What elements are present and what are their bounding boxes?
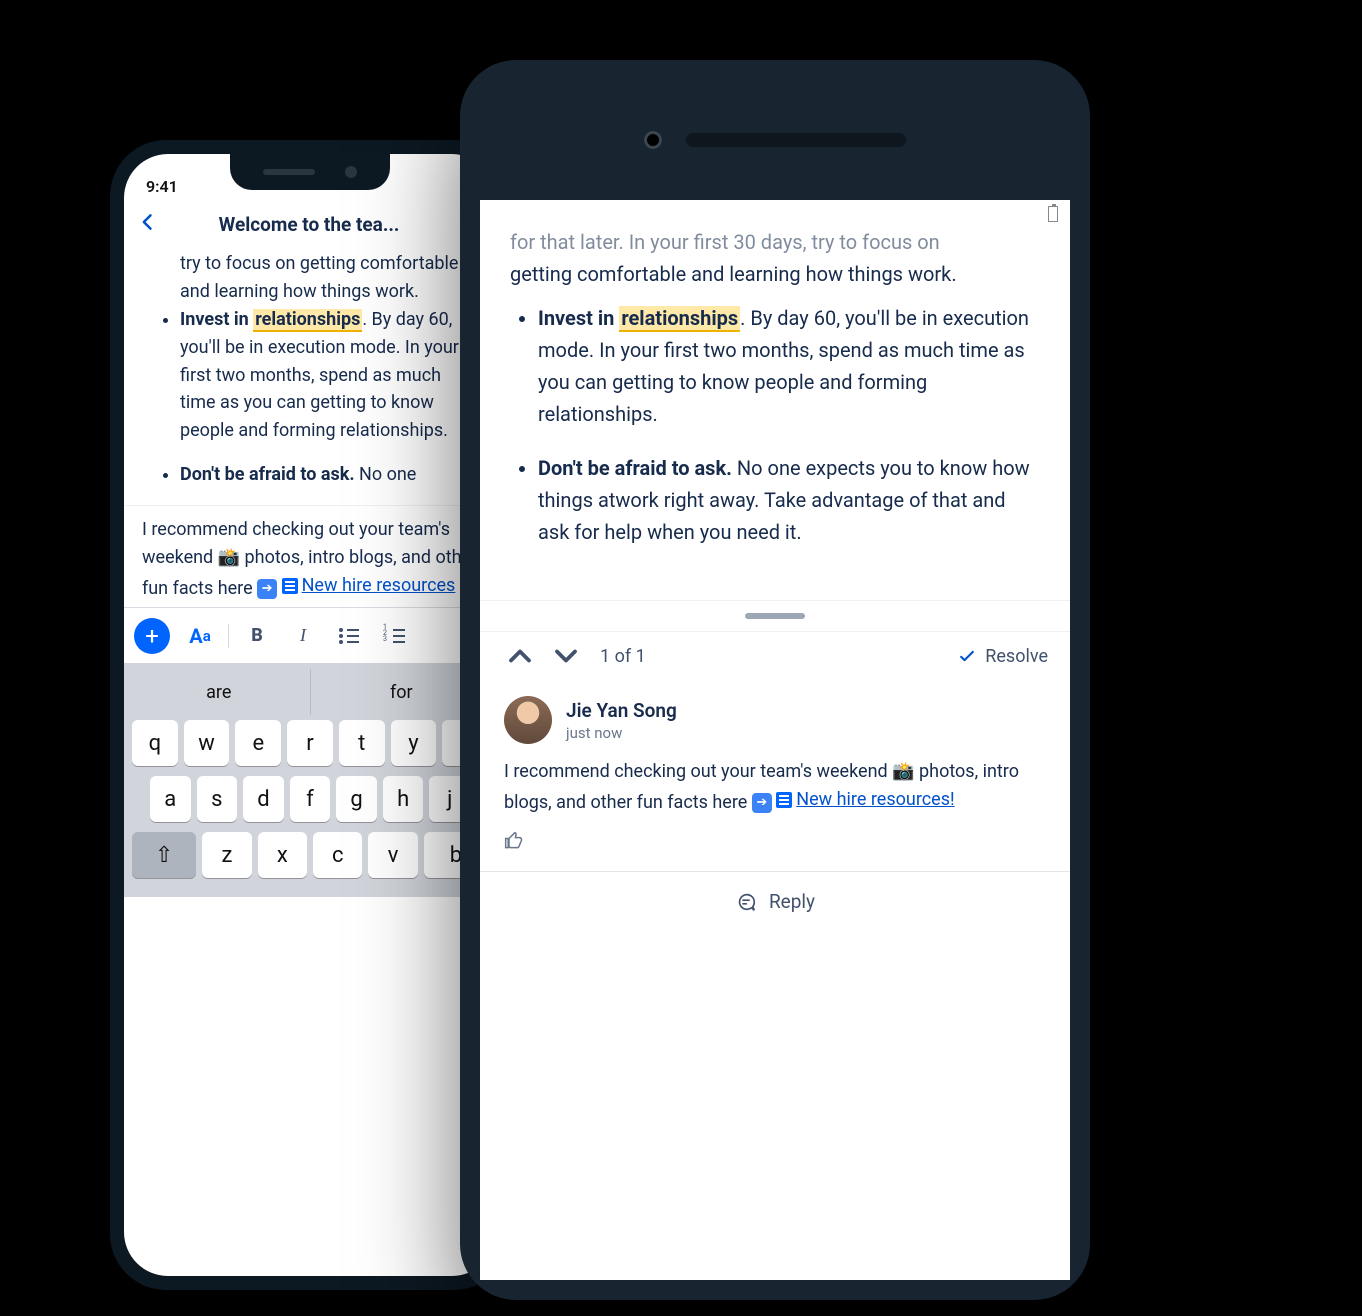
key-v[interactable]: v: [368, 832, 417, 878]
key-q[interactable]: q: [132, 720, 178, 766]
list-item: Invest in relationships. By day 60, you'…: [538, 302, 1040, 430]
reply-button[interactable]: Reply: [480, 871, 1070, 931]
shift-key[interactable]: ⇧: [132, 832, 196, 878]
key-t[interactable]: t: [339, 720, 385, 766]
bold-text: Invest in: [180, 309, 253, 330]
front-camera-icon: [644, 131, 662, 149]
check-icon: [957, 646, 977, 666]
document-body[interactable]: for that later. In your first 30 days, t…: [480, 228, 1070, 600]
paragraph: try to focus on getting comfortable and …: [142, 250, 478, 306]
prev-comment-button[interactable]: [502, 638, 538, 674]
divider: [228, 624, 229, 648]
key-x[interactable]: x: [258, 832, 307, 878]
list-item: Don't be afraid to ask. No one: [180, 461, 478, 489]
keyboard-suggestions: are for: [128, 669, 492, 715]
comment-author: Jie Yan Song: [566, 699, 677, 722]
arrow-emoji-icon: ➔: [752, 793, 772, 813]
bullet-list: Invest in relationships. By day 60, you'…: [142, 306, 478, 489]
camera-emoji-icon: 📸: [218, 544, 240, 572]
text: No one: [355, 464, 417, 485]
comment-icon: [735, 891, 757, 913]
page-title: Welcome to the tea...: [166, 213, 452, 236]
iphone-notch: [230, 154, 390, 190]
chevron-down-icon: [548, 638, 584, 674]
keyboard-row: asdfghj: [128, 771, 492, 827]
key-d[interactable]: d: [243, 776, 284, 822]
thumbs-up-icon: [504, 831, 524, 851]
keyboard-row: qwertyu: [128, 715, 492, 771]
bold-text: Don't be afraid to ask.: [538, 456, 732, 480]
highlighted-text: relationships: [619, 306, 740, 332]
bullet-list: Invest in relationships. By day 60, you'…: [510, 302, 1040, 548]
text-style-button[interactable]: Aa: [178, 616, 222, 656]
key-e[interactable]: e: [235, 720, 281, 766]
list-item: Don't be afraid to ask. No one expects y…: [538, 452, 1040, 548]
like-button[interactable]: [504, 831, 1046, 855]
key-f[interactable]: f: [290, 776, 331, 822]
add-button[interactable]: +: [134, 618, 170, 654]
comment-toolbar: 1 of 1 Resolve: [480, 631, 1070, 690]
bold-text: Invest in: [538, 306, 619, 330]
paragraph: getting comfortable and learning how thi…: [510, 258, 1040, 290]
speaker-slot: [263, 169, 315, 175]
arrow-emoji-icon: ➔: [257, 579, 277, 599]
paragraph: I recommend checking out your team's wee…: [142, 519, 477, 599]
android-statusbar: [480, 200, 1070, 228]
resolve-button[interactable]: Resolve: [957, 646, 1048, 667]
document-body[interactable]: try to focus on getting comfortable and …: [124, 250, 496, 607]
chevron-up-icon: [502, 638, 538, 674]
ios-keyboard: are for qwertyu asdfghj ⇧zxcvb: [124, 663, 496, 897]
battery-icon: [1048, 206, 1058, 222]
key-s[interactable]: s: [197, 776, 238, 822]
android-top-hardware: [644, 80, 906, 200]
iphone-frame: 9:41 Welcome to the tea... try to focus …: [110, 140, 510, 1290]
comment-body: I recommend checking out your team's wee…: [504, 758, 1046, 817]
iphone-screen: 9:41 Welcome to the tea... try to focus …: [124, 154, 496, 1276]
key-g[interactable]: g: [336, 776, 377, 822]
back-button[interactable]: [138, 208, 158, 240]
key-z[interactable]: z: [202, 832, 251, 878]
comment-timestamp: just now: [566, 724, 677, 742]
avatar[interactable]: [504, 696, 552, 744]
speaker-slot: [686, 133, 906, 147]
drag-handle-icon[interactable]: [745, 613, 805, 619]
bullet-list-icon: [339, 628, 359, 644]
numbered-list-button[interactable]: [373, 616, 417, 656]
clock: 9:41: [146, 177, 178, 196]
page-link[interactable]: New hire resources: [282, 572, 456, 600]
document-icon: [282, 578, 298, 594]
camera-emoji-icon: 📸: [892, 758, 914, 786]
document-icon: [776, 792, 792, 808]
front-camera-icon: [345, 166, 357, 178]
key-r[interactable]: r: [287, 720, 333, 766]
key-a[interactable]: a: [150, 776, 191, 822]
key-h[interactable]: h: [383, 776, 424, 822]
suggestion[interactable]: are: [128, 669, 310, 715]
next-comment-button[interactable]: [548, 638, 584, 674]
comment-count: 1 of 1: [600, 646, 646, 667]
clipped-text: for that later. In your first 30 days, t…: [510, 226, 1040, 258]
chevron-left-icon: [138, 208, 158, 236]
format-toolbar: + Aa B I: [124, 607, 496, 663]
key-y[interactable]: y: [391, 720, 437, 766]
android-frame: for that later. In your first 30 days, t…: [460, 60, 1090, 1300]
keyboard-row: ⇧zxcvb: [128, 827, 492, 883]
highlighted-text: relationships: [253, 309, 362, 332]
numbered-list-icon: [385, 628, 405, 644]
key-c[interactable]: c: [313, 832, 362, 878]
comment: Jie Yan Song just now I recommend checki…: [480, 690, 1070, 871]
bullet-list-button[interactable]: [327, 616, 371, 656]
comment-header: Jie Yan Song just now: [504, 696, 1046, 744]
list-item: Invest in relationships. By day 60, you'…: [180, 306, 478, 445]
key-w[interactable]: w: [184, 720, 230, 766]
bold-button[interactable]: B: [235, 616, 279, 656]
bold-text: Don't be afraid to ask.: [180, 464, 355, 485]
page-header: Welcome to the tea...: [124, 200, 496, 250]
italic-button[interactable]: I: [281, 616, 325, 656]
android-screen: for that later. In your first 30 days, t…: [480, 200, 1070, 1280]
page-link[interactable]: New hire resources!: [776, 786, 954, 814]
